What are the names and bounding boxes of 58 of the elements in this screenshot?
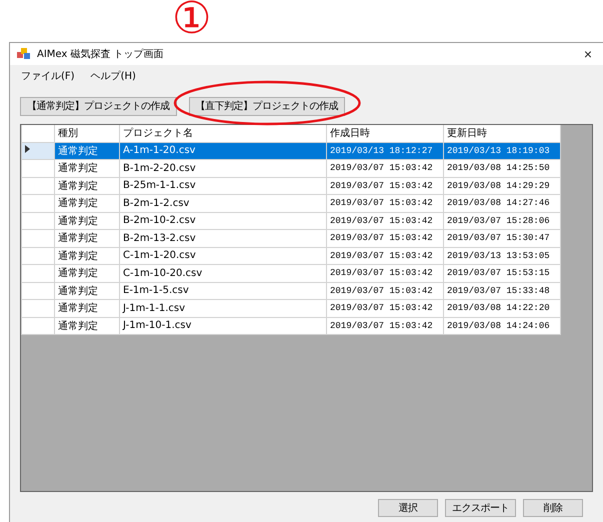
table-cell: 2019/03/07 15:03:42 xyxy=(326,282,444,300)
table-cell: B-2m-10-2.csv xyxy=(120,212,326,230)
table-cell: 通常判定 xyxy=(54,177,120,194)
table-cell: 2019/03/07 15:03:42 xyxy=(326,160,444,177)
table-cell: 2019/03/08 14:24:06 xyxy=(444,317,560,334)
action-button[interactable]: 削除 xyxy=(523,499,583,517)
table-cell: 2019/03/07 15:03:42 xyxy=(326,194,444,212)
table-cell: 2019/03/07 15:03:42 xyxy=(326,317,444,334)
create-project-button[interactable]: 【直下判定】プロジェクトの作成 xyxy=(188,96,345,116)
table-cell: 2019/03/07 15:03:42 xyxy=(326,264,444,282)
table-cell: 2019/03/13 13:53:05 xyxy=(444,247,560,264)
table-cell: J-1m-1-1.csv xyxy=(120,300,326,317)
menu-item[interactable]: ファイル(F) xyxy=(21,69,75,85)
window-title: AIMex 磁気探査 トップ画面 xyxy=(37,48,164,61)
table-cell: 2019/03/13 18:12:27 xyxy=(326,142,444,160)
table-cell: 通常判定 xyxy=(54,247,120,264)
column-header[interactable]: 更新日時 xyxy=(444,125,560,142)
table-cell: 2019/03/08 14:27:46 xyxy=(444,194,560,212)
table-cell: 通常判定 xyxy=(54,142,120,160)
table-cell: B-2m-1-2.csv xyxy=(120,194,326,212)
table-cell: J-1m-10-1.csv xyxy=(120,317,326,334)
table-cell: C-1m-1-20.csv xyxy=(120,247,326,264)
table-cell: B-1m-2-20.csv xyxy=(120,160,326,177)
table-cell: 2019/03/07 15:03:42 xyxy=(326,300,444,317)
table-cell: 通常判定 xyxy=(54,160,120,177)
column-header[interactable]: プロジェクト名 xyxy=(120,125,326,142)
table-cell: 2019/03/07 15:30:47 xyxy=(444,230,560,247)
table-cell: 2019/03/07 15:33:48 xyxy=(444,282,560,300)
table-cell: 通常判定 xyxy=(54,317,120,334)
table-cell: 通常判定 xyxy=(54,282,120,300)
table-cell: 2019/03/07 15:03:42 xyxy=(326,212,444,230)
table-cell: 通常判定 xyxy=(54,212,120,230)
table-cell: 2019/03/08 14:22:20 xyxy=(444,300,560,317)
table-cell: E-1m-1-5.csv xyxy=(120,282,326,300)
table-cell: 通常判定 xyxy=(54,264,120,282)
table-cell: 通常判定 xyxy=(54,194,120,212)
column-header[interactable]: 種別 xyxy=(54,125,120,142)
menu-item[interactable]: ヘルプ(H) xyxy=(90,69,136,85)
annotation-number: ① xyxy=(172,0,212,42)
table-cell: 2019/03/07 15:03:42 xyxy=(326,247,444,264)
table-cell: C-1m-10-20.csv xyxy=(120,264,326,282)
action-button[interactable]: エクスポート xyxy=(445,499,516,517)
table-cell: 2019/03/08 14:25:50 xyxy=(444,160,560,177)
column-header[interactable]: 作成日時 xyxy=(326,125,444,142)
table-cell: 通常判定 xyxy=(54,300,120,317)
table-cell: 2019/03/07 15:53:15 xyxy=(444,264,560,282)
table-cell: 2019/03/07 15:03:42 xyxy=(326,177,444,194)
table-cell: B-25m-1-1.csv xyxy=(120,177,326,194)
create-project-button[interactable]: 【通常判定】プロジェクトの作成 xyxy=(20,96,176,116)
close-button[interactable]: × xyxy=(573,44,603,64)
table-cell: 2019/03/07 15:28:06 xyxy=(444,212,560,230)
table-cell: 2019/03/08 14:29:29 xyxy=(444,177,560,194)
table-cell: A-1m-1-20.csv xyxy=(120,142,326,160)
table-cell: 通常判定 xyxy=(54,230,120,247)
action-button[interactable]: 選択 xyxy=(378,499,438,517)
table-cell: 2019/03/07 15:03:42 xyxy=(326,230,444,247)
table-cell: B-2m-13-2.csv xyxy=(120,230,326,247)
table-cell: 2019/03/13 18:19:03 xyxy=(444,142,560,160)
